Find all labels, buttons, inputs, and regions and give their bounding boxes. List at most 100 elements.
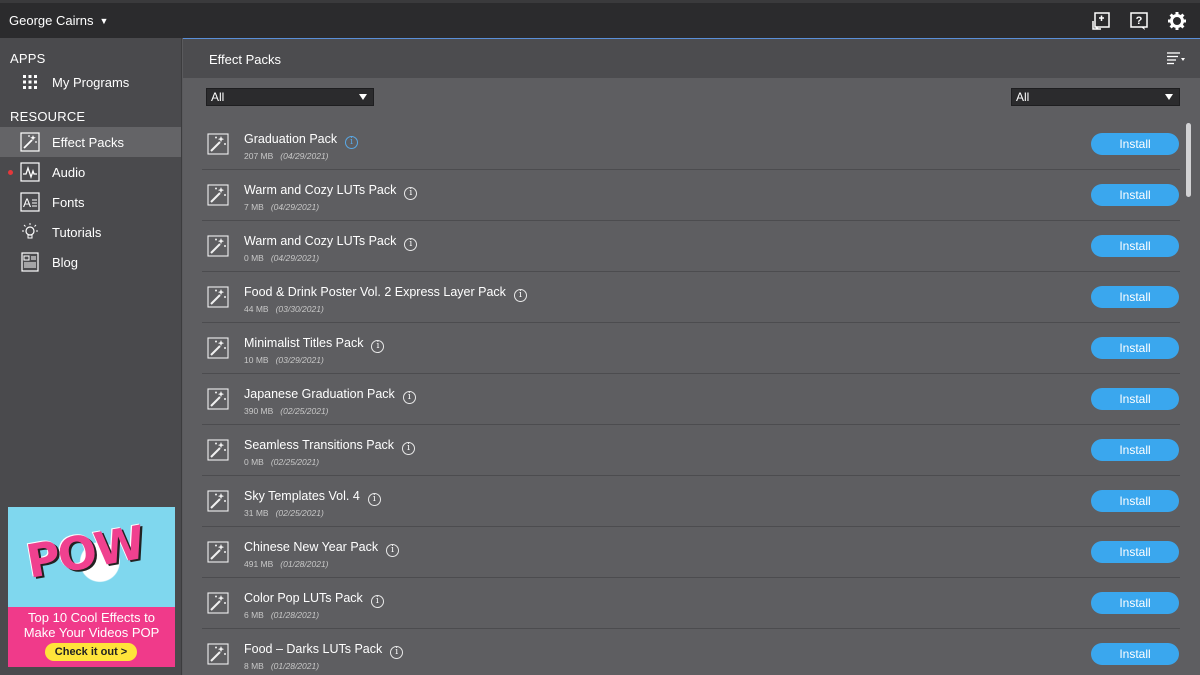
magic-wand-icon	[20, 132, 40, 152]
pack-name-text: Warm and Cozy LUTs Pack	[244, 183, 397, 197]
pack-date: (02/25/2021)	[280, 406, 329, 416]
install-button[interactable]: Install	[1091, 643, 1179, 665]
effect-pack-list: Graduation Pack i 207 MB (04/29/2021) Instal…	[202, 119, 1180, 675]
filter-select-value: All	[1016, 90, 1030, 104]
sidebar-item-tutorials[interactable]: Tutorials	[0, 217, 181, 247]
info-icon[interactable]: i	[402, 442, 416, 455]
resource-heading: RESOURCE	[10, 109, 86, 124]
magic-wand-icon	[207, 235, 229, 257]
pack-name: Graduation Pack i	[244, 132, 359, 149]
filter-select-left[interactable]: All	[206, 88, 374, 106]
list-item: Warm and Cozy LUTs Pack i 0 MB (04/29/2021)…	[202, 221, 1180, 272]
sidebar-item-effect-packs[interactable]: Effect Packs	[0, 127, 181, 157]
import-icon[interactable]	[1090, 10, 1112, 32]
pack-size: 207 MB	[244, 151, 274, 161]
user-menu[interactable]: George Cairns ▼	[0, 13, 108, 28]
pack-size: 7 MB	[244, 202, 264, 212]
install-button[interactable]: Install	[1091, 337, 1179, 359]
list-item: Warm and Cozy LUTs Pack i 7 MB (04/29/2021)…	[202, 170, 1180, 221]
pack-name: Warm and Cozy LUTs Pack i	[244, 183, 418, 200]
info-icon[interactable]: i	[371, 340, 385, 353]
pack-meta: 491 MB (01/28/2021)	[244, 559, 329, 569]
pack-date: (01/28/2021)	[270, 661, 320, 671]
scrollbar[interactable]	[1186, 120, 1192, 675]
pack-name: Sky Templates Vol. 4 i	[244, 489, 381, 506]
sidebar-item-fonts[interactable]: A Fonts	[0, 187, 181, 217]
svg-text:A: A	[23, 196, 31, 210]
pack-size: 10 MB	[244, 355, 269, 365]
info-icon[interactable]: i	[404, 238, 418, 251]
pack-name-text: Graduation Pack	[244, 132, 338, 146]
promo-banner[interactable]: POW Top 10 Cool Effects to Make Your Vid…	[8, 507, 175, 667]
info-icon[interactable]: i	[390, 646, 404, 659]
list-item: Seamless Transitions Pack i 0 MB (02/25/202…	[202, 425, 1180, 476]
install-button[interactable]: Install	[1091, 592, 1179, 614]
info-icon[interactable]: i	[367, 493, 381, 506]
magic-wand-icon	[207, 286, 229, 308]
gear-icon[interactable]	[1166, 10, 1188, 32]
pack-date: (01/28/2021)	[280, 559, 329, 569]
user-name: George Cairns	[9, 13, 94, 28]
magic-wand-icon	[207, 439, 229, 461]
filter-select-value: All	[211, 90, 225, 104]
install-button[interactable]: Install	[1091, 184, 1179, 206]
sidebar-item-blog[interactable]: Blog	[0, 247, 181, 277]
pack-name: Food – Darks LUTs Pack i	[244, 642, 404, 659]
chevron-down-icon	[1165, 94, 1173, 100]
pack-name-text: Food & Drink Poster Vol. 2 Express Layer…	[244, 285, 506, 299]
install-button[interactable]: Install	[1091, 439, 1179, 461]
pack-size: 491 MB	[244, 559, 274, 569]
page-title: Effect Packs	[209, 52, 282, 67]
pack-name: Seamless Transitions Pack i	[244, 438, 416, 455]
install-button[interactable]: Install	[1091, 541, 1179, 563]
chevron-down-icon: ▼	[99, 15, 109, 26]
pack-size: 44 MB	[244, 304, 269, 314]
list-item: Minimalist Titles Pack i 10 MB (03/29/2021)…	[202, 323, 1180, 374]
info-icon[interactable]: i	[370, 595, 384, 608]
list-item: Japanese Graduation Pack i 390 MB (02/25/20…	[202, 374, 1180, 425]
install-button[interactable]: Install	[1091, 388, 1179, 410]
sidebar-item-label: Fonts	[52, 194, 85, 210]
blog-icon	[20, 252, 40, 272]
sidebar-item-label: Effect Packs	[52, 134, 125, 150]
pack-name-text: Sky Templates Vol. 4	[244, 489, 360, 503]
pack-meta: 0 MB (02/25/2021)	[244, 457, 319, 467]
help-icon[interactable]: ?	[1128, 10, 1150, 32]
info-icon[interactable]: i	[402, 391, 416, 404]
sidebar-item-my-programs[interactable]: My Programs	[0, 67, 181, 97]
info-icon[interactable]: i	[404, 187, 418, 200]
promo-line-2: Make Your Videos POP	[23, 625, 160, 640]
main-header: Effect Packs	[183, 38, 1200, 78]
pack-name-text: Seamless Transitions Pack	[244, 438, 395, 452]
main-panel: Effect Packs All All Graduation Pack i 207…	[183, 38, 1200, 675]
pack-meta: 390 MB (02/25/2021)	[244, 406, 329, 416]
pack-name: Minimalist Titles Pack i	[244, 336, 385, 353]
sort-icon[interactable]	[1166, 51, 1186, 67]
promo-line-1: Top 10 Cool Effects to	[28, 610, 155, 625]
pack-date: (04/29/2021)	[270, 202, 320, 212]
pack-name: Japanese Graduation Pack i	[244, 387, 416, 404]
install-button[interactable]: Install	[1091, 133, 1179, 155]
apps-heading: APPS	[10, 51, 46, 66]
notification-badge	[8, 170, 13, 175]
pack-size: 8 MB	[244, 661, 264, 671]
sidebar-item-label: Tutorials	[52, 224, 102, 240]
info-icon[interactable]: i	[345, 136, 359, 149]
scrollbar-thumb[interactable]	[1186, 123, 1191, 197]
sidebar-item-audio[interactable]: Audio	[0, 157, 181, 187]
info-icon[interactable]: i	[386, 544, 400, 557]
pack-meta: 31 MB (02/25/2021)	[244, 508, 324, 518]
pack-name: Chinese New Year Pack i	[244, 540, 400, 557]
pack-date: (02/25/2021)	[270, 457, 320, 467]
install-button[interactable]: Install	[1091, 235, 1179, 257]
grid-icon	[20, 72, 40, 92]
list-item: Graduation Pack i 207 MB (04/29/2021) Instal…	[202, 119, 1180, 170]
promo-cta-button[interactable]: Check it out >	[45, 643, 137, 661]
install-button[interactable]: Install	[1091, 286, 1179, 308]
install-button[interactable]: Install	[1091, 490, 1179, 512]
pack-meta: 207 MB (04/29/2021)	[244, 151, 329, 161]
filter-select-right[interactable]: All	[1011, 88, 1180, 106]
pack-size: 6 MB	[244, 610, 264, 620]
info-icon[interactable]: i	[513, 289, 527, 302]
pack-name: Warm and Cozy LUTs Pack i	[244, 234, 418, 251]
